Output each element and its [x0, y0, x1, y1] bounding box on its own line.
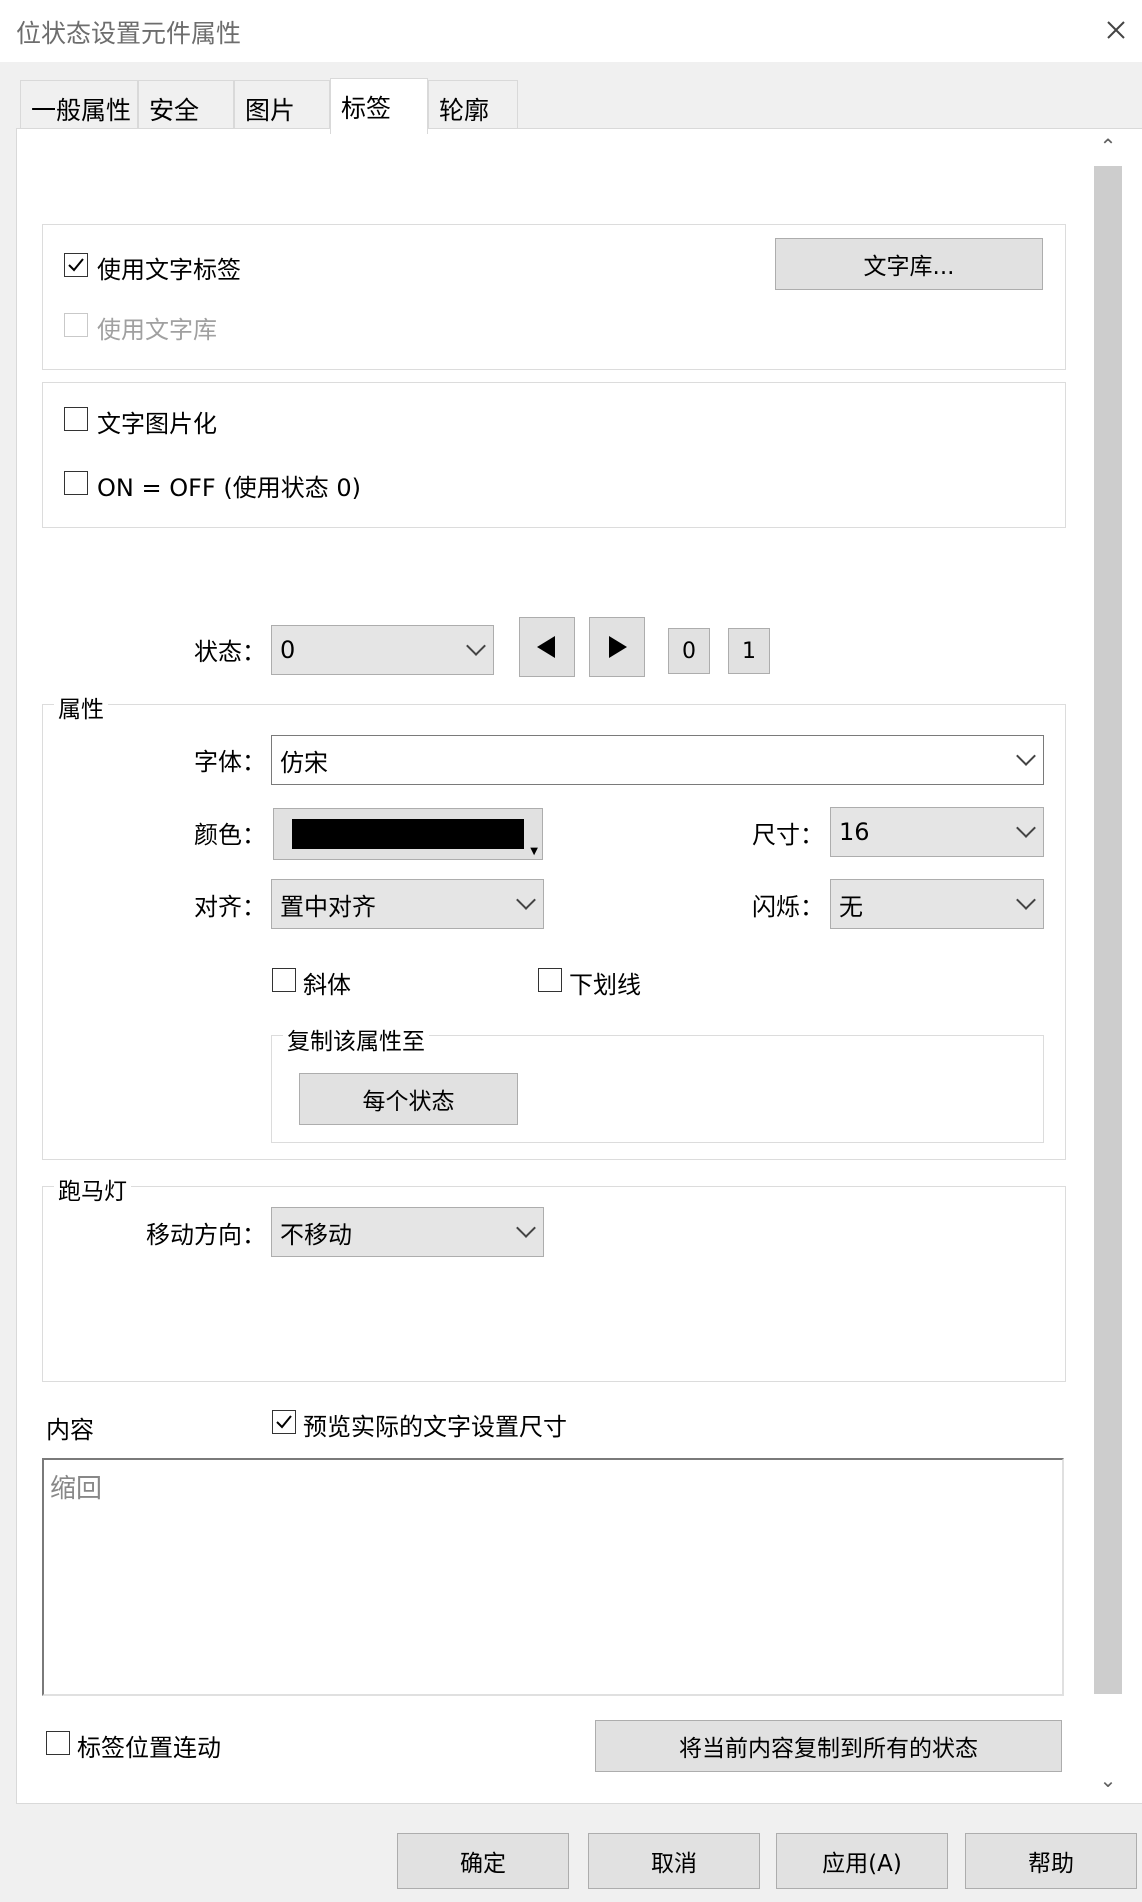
state-1-button[interactable]: 1	[728, 628, 770, 674]
next-state-button[interactable]	[589, 617, 645, 677]
preview-size-label: 预览实际的文字设置尺寸	[303, 1413, 567, 1441]
properties-legend: 属性	[54, 690, 108, 724]
content-textarea[interactable]	[42, 1458, 1064, 1696]
state-0-button[interactable]: 0	[668, 628, 710, 674]
text-library-button[interactable]: 文字库...	[775, 238, 1043, 290]
apply-button[interactable]: 应用(A)	[776, 1833, 948, 1889]
underline-checkbox[interactable]	[538, 968, 562, 992]
check-icon	[276, 1415, 292, 1429]
font-label: 字体：	[194, 748, 266, 776]
dropdown-icon: ▼	[530, 846, 538, 857]
tab-label: 标签	[341, 94, 392, 123]
size-select[interactable]: 16	[830, 807, 1044, 857]
tab-security[interactable]: 安全	[138, 80, 234, 132]
chevron-down-icon	[1016, 746, 1036, 766]
link-position-label: 标签位置连动	[77, 1734, 221, 1762]
check-icon	[68, 258, 84, 272]
blink-select[interactable]: 无	[830, 879, 1044, 929]
tab-label: 图片	[245, 96, 296, 125]
state-label: 状态：	[194, 638, 266, 666]
direction-select[interactable]: 不移动	[271, 1207, 544, 1257]
chevron-down-icon	[1016, 818, 1036, 838]
italic-checkbox[interactable]	[272, 968, 296, 992]
tab-label: 一般属性	[31, 96, 132, 125]
title-bar: 位状态设置元件属性	[0, 0, 1142, 62]
tab-outline[interactable]: 轮廓	[428, 80, 518, 132]
use-text-label-checkbox[interactable]	[64, 253, 88, 277]
color-label: 颜色：	[194, 821, 266, 849]
use-text-label-label: 使用文字标签	[97, 256, 241, 284]
chevron-down-icon	[516, 890, 536, 910]
tab-label: 轮廓	[439, 96, 490, 125]
help-button[interactable]: 帮助	[965, 1833, 1137, 1889]
ok-button[interactable]: 确定	[397, 1833, 569, 1889]
tab-label-active[interactable]: 标签	[330, 78, 428, 134]
font-value: 仿宋	[280, 748, 328, 777]
size-value: 16	[839, 818, 870, 846]
chevron-down-icon	[516, 1218, 536, 1238]
use-text-library-label: 使用文字库	[97, 316, 217, 344]
blink-value: 无	[839, 892, 863, 921]
direction-value: 不移动	[280, 1220, 352, 1249]
align-label: 对齐：	[194, 893, 266, 921]
underline-label: 下划线	[569, 971, 641, 999]
text-to-image-checkbox[interactable]	[64, 407, 88, 431]
cancel-button[interactable]: 取消	[588, 1833, 760, 1889]
chevron-down-icon	[466, 636, 486, 656]
font-select[interactable]: 仿宋	[271, 735, 1044, 785]
align-select[interactable]: 置中对齐	[271, 879, 544, 929]
prev-state-button[interactable]	[519, 617, 575, 677]
link-position-checkbox[interactable]	[46, 1731, 70, 1755]
marquee-legend: 跑马灯	[54, 1172, 131, 1206]
scroll-up-icon[interactable]: ⌃	[1096, 134, 1120, 164]
chevron-down-icon	[1016, 890, 1036, 910]
tab-label: 安全	[149, 96, 200, 125]
copy-all-states-button[interactable]: 将当前内容复制到所有的状态	[595, 1720, 1062, 1772]
scroll-down-icon[interactable]: ⌄	[1096, 1768, 1120, 1798]
triangle-left-icon	[537, 636, 555, 658]
on-equals-off-label: ON = OFF (使用状态 0)	[97, 474, 361, 502]
copy-properties-legend: 复制该属性至	[283, 1022, 429, 1056]
scrollbar-thumb[interactable]	[1094, 166, 1122, 1694]
state-select[interactable]: 0	[271, 625, 494, 675]
color-picker-button[interactable]: ▼	[273, 808, 543, 860]
window-title: 位状态设置元件属性	[16, 19, 242, 48]
state-value: 0	[280, 636, 296, 664]
size-label: 尺寸：	[752, 821, 824, 849]
close-icon[interactable]	[1098, 12, 1134, 48]
direction-label: 移动方向：	[146, 1221, 266, 1249]
color-swatch	[292, 819, 524, 849]
preview-size-checkbox[interactable]	[272, 1410, 296, 1434]
tab-general[interactable]: 一般属性	[20, 80, 138, 132]
blink-label: 闪烁：	[752, 893, 824, 921]
use-text-library-checkbox	[64, 313, 88, 337]
italic-label: 斜体	[303, 971, 351, 999]
content-label: 内容	[46, 1416, 94, 1444]
each-state-button[interactable]: 每个状态	[299, 1073, 518, 1125]
text-to-image-label: 文字图片化	[97, 410, 217, 438]
tab-picture[interactable]: 图片	[234, 80, 330, 132]
on-equals-off-checkbox[interactable]	[64, 471, 88, 495]
triangle-right-icon	[609, 636, 627, 658]
align-value: 置中对齐	[280, 892, 376, 921]
